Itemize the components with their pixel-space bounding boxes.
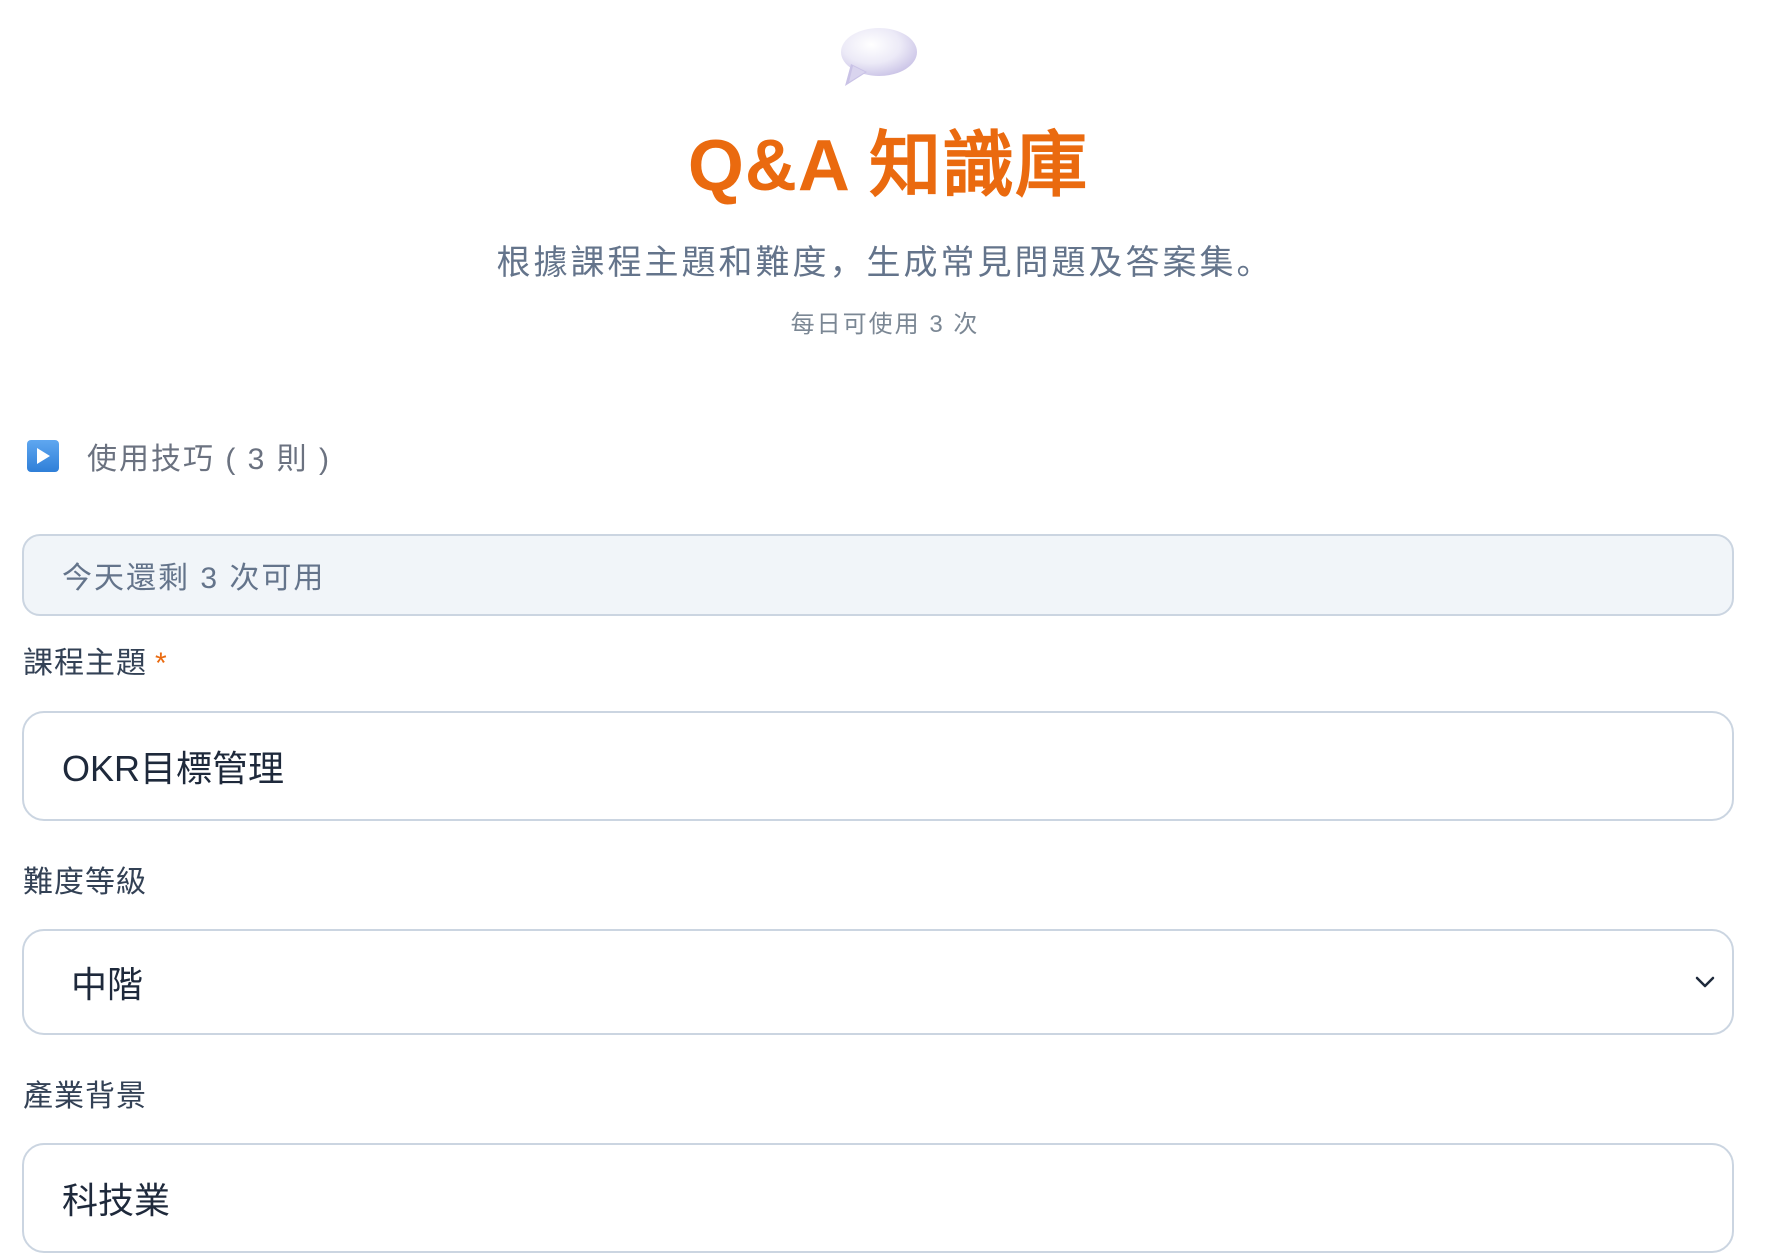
course-topic-label-text: 課程主題 bbox=[23, 647, 147, 680]
industry-input[interactable] bbox=[62, 1177, 1732, 1219]
required-marker: * bbox=[155, 647, 168, 680]
chevron-down-icon bbox=[1695, 976, 1715, 988]
industry-field[interactable] bbox=[22, 1143, 1734, 1253]
remaining-usage-notice: 今天還剩 3 次可用 bbox=[22, 534, 1734, 616]
remaining-usage-text: 今天還剩 3 次可用 bbox=[62, 562, 326, 595]
course-topic-input[interactable] bbox=[62, 745, 1732, 787]
usage-limit-text: 每日可使用 3 次 bbox=[790, 311, 980, 338]
course-topic-field[interactable] bbox=[22, 711, 1734, 821]
course-topic-label: 課程主題 * bbox=[23, 644, 168, 684]
tips-toggle[interactable]: 使用技巧 ( 3 則 ) bbox=[27, 432, 331, 480]
tips-label: 使用技巧 ( 3 則 ) bbox=[87, 443, 332, 476]
play-button-icon bbox=[27, 440, 59, 472]
page-subtitle: 根據課程主題和難度，生成常見問題及答案集。 bbox=[496, 244, 1274, 282]
industry-label: 產業背景 bbox=[23, 1080, 147, 1113]
qa-knowledge-base-page: Q&A 知識庫 根據課程主題和難度，生成常見問題及答案集。 每日可使用 3 次 … bbox=[0, 0, 1766, 1258]
difficulty-label: 難度等級 bbox=[23, 866, 147, 899]
speech-bubble-icon bbox=[841, 28, 917, 86]
difficulty-select[interactable]: 中階 bbox=[22, 929, 1734, 1035]
difficulty-selected-value: 中階 bbox=[71, 964, 144, 1005]
page-title: Q&A 知識庫 bbox=[687, 126, 1089, 206]
